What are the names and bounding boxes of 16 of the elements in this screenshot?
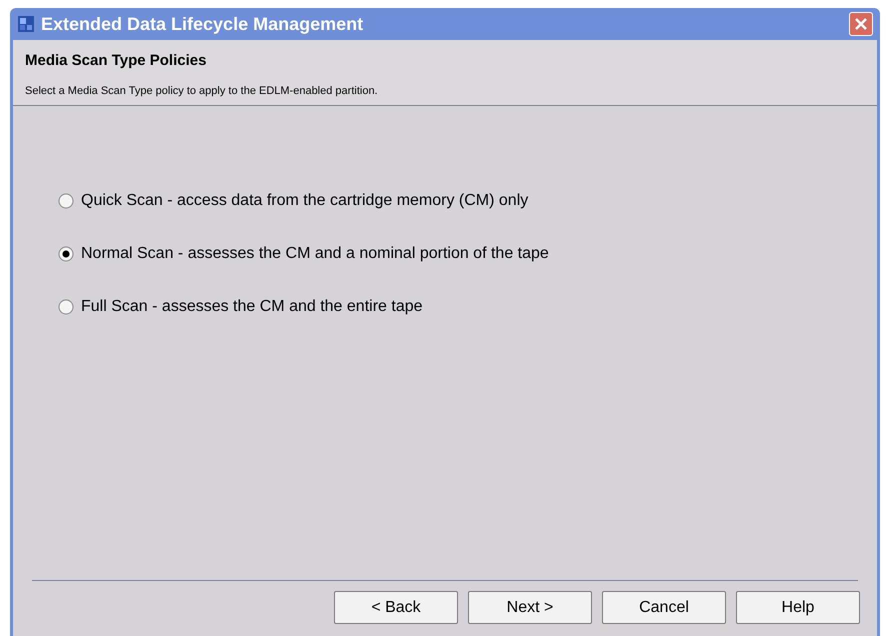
app-icon — [17, 15, 35, 33]
window-title: Extended Data Lifecycle Management — [41, 12, 364, 36]
help-button[interactable]: Help — [736, 591, 860, 624]
close-icon — [854, 17, 868, 31]
radio-label[interactable]: Full Scan - assesses the CM and the entire tape — [81, 294, 423, 318]
section-title: Media Scan Type Policies — [25, 51, 208, 71]
section-description: Select a Media Scan Type policy to apply to the EDLM-enabled partition. — [25, 84, 379, 98]
close-button[interactable] — [849, 12, 873, 36]
cancel-button[interactable]: Cancel — [602, 591, 726, 624]
radio-button[interactable] — [58, 246, 74, 262]
radio-button[interactable] — [58, 192, 74, 208]
radio-button[interactable] — [58, 298, 74, 314]
radio-label[interactable]: Normal Scan - assesses the CM and a nominal portion of the tape — [81, 242, 549, 266]
next-button[interactable]: Next > — [468, 591, 592, 624]
radio-label[interactable]: Quick Scan - access data from the cartridge memory (CM) only — [81, 188, 528, 212]
back-button[interactable]: < Back — [334, 591, 458, 624]
